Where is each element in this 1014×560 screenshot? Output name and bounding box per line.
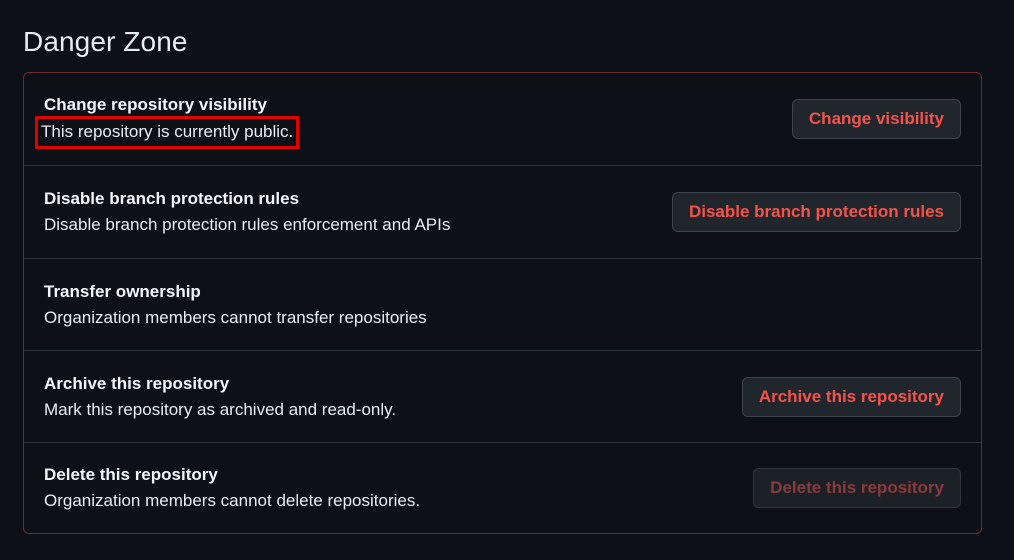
delete-repository-description: Organization members cannot delete repos… bbox=[44, 491, 421, 510]
archive-repository-button[interactable]: Archive this repository bbox=[741, 376, 961, 417]
visibility-status-text: This repository is currently public. bbox=[34, 115, 300, 149]
disable-branch-protection-button[interactable]: Disable branch protection rules bbox=[671, 192, 961, 232]
disable-branch-protection-description: Disable branch protection rules enforcem… bbox=[44, 215, 451, 234]
disable-branch-protection-text: Disable branch protection rules Disable … bbox=[44, 187, 450, 237]
archive-repository-title: Archive this repository bbox=[44, 373, 230, 393]
archive-repository-description: Mark this repository as archived and rea… bbox=[44, 399, 397, 419]
delete-repository-button[interactable]: Delete this repository bbox=[753, 468, 961, 508]
transfer-ownership-row: Transfer ownership Organization members … bbox=[24, 258, 981, 350]
transfer-ownership-title: Transfer ownership bbox=[44, 281, 201, 301]
change-visibility-title: Change repository visibility bbox=[44, 94, 267, 114]
disable-branch-protection-row: Disable branch protection rules Disable … bbox=[24, 165, 981, 258]
transfer-ownership-description: Organization members cannot transfer rep… bbox=[44, 307, 427, 327]
disable-branch-protection-title: Disable branch protection rules bbox=[44, 189, 300, 208]
change-visibility-row: Change repository visibility This reposi… bbox=[24, 73, 981, 165]
danger-zone-box: Change repository visibility This reposi… bbox=[23, 72, 982, 534]
archive-repository-row: Archive this repository Mark this reposi… bbox=[24, 350, 981, 442]
archive-repository-text: Archive this repository Mark this reposi… bbox=[44, 372, 396, 422]
change-visibility-text: Change repository visibility This reposi… bbox=[34, 93, 300, 149]
danger-zone-heading: Danger Zone bbox=[23, 26, 188, 57]
transfer-ownership-text: Transfer ownership Organization members … bbox=[44, 280, 427, 330]
delete-repository-row: Delete this repository Organization memb… bbox=[24, 442, 981, 533]
delete-repository-title: Delete this repository bbox=[44, 465, 218, 484]
change-visibility-button[interactable]: Change visibility bbox=[791, 99, 961, 139]
settings-page: Danger Zone Change repository visibility… bbox=[0, 0, 1014, 560]
delete-repository-text: Delete this repository Organization memb… bbox=[44, 463, 420, 513]
